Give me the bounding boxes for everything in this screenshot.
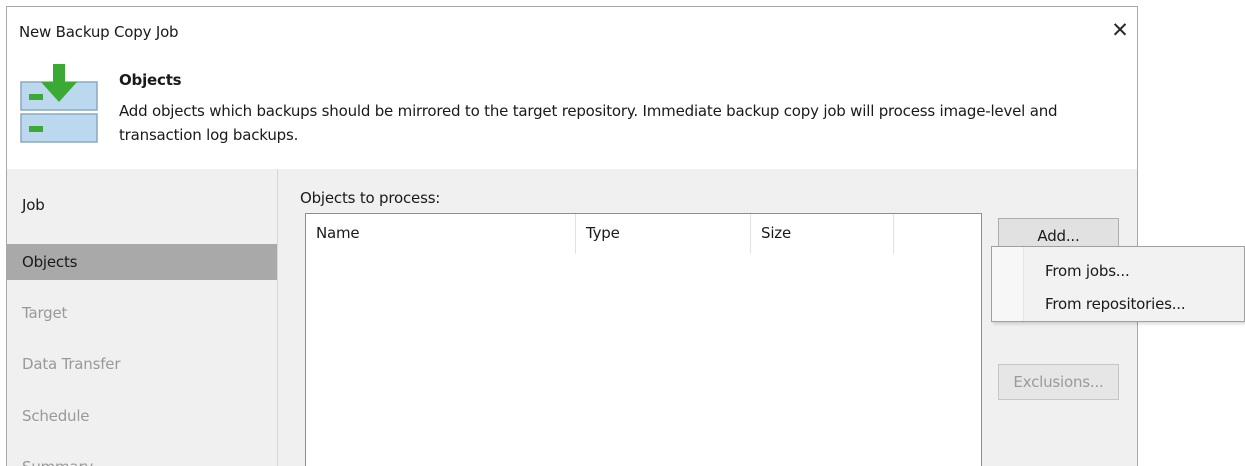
backup-copy-icon [19, 64, 99, 144]
objects-to-process-label: Objects to process: [300, 189, 441, 207]
dialog-title: New Backup Copy Job [19, 23, 179, 41]
close-icon[interactable]: ✕ [1107, 17, 1133, 43]
menu-item-from-repositories[interactable]: From repositories... [992, 291, 1244, 317]
add-dropdown-menu: From jobs... From repositories... [991, 246, 1245, 322]
wizard-header: New Backup Copy Job ✕ Objects Add object… [7, 7, 1137, 169]
sidebar-item-objects[interactable]: Objects [7, 244, 277, 280]
sidebar-item-schedule: Schedule [22, 407, 90, 425]
column-header-type[interactable]: Type [576, 214, 751, 254]
column-header-name[interactable]: Name [306, 214, 576, 254]
new-backup-copy-job-dialog: New Backup Copy Job ✕ Objects Add object… [6, 6, 1138, 466]
column-header-size[interactable]: Size [751, 214, 894, 254]
sidebar-item-job[interactable]: Job [7, 187, 277, 223]
wizard-steps-sidebar: Job Objects Target Data Transfer Schedul… [7, 169, 277, 466]
menu-item-from-jobs[interactable]: From jobs... [992, 258, 1244, 284]
sidebar-item-summary: Summary [7, 449, 277, 466]
section-title: Objects [119, 71, 182, 89]
section-description: Add objects which backups should be mirr… [119, 102, 1058, 144]
sidebar-item-target: Target [22, 304, 68, 322]
exclusions-button: Exclusions... [998, 364, 1119, 400]
objects-table[interactable]: Name Type Size [305, 213, 982, 466]
sidebar-item-data-transfer: Data Transfer [22, 355, 121, 373]
